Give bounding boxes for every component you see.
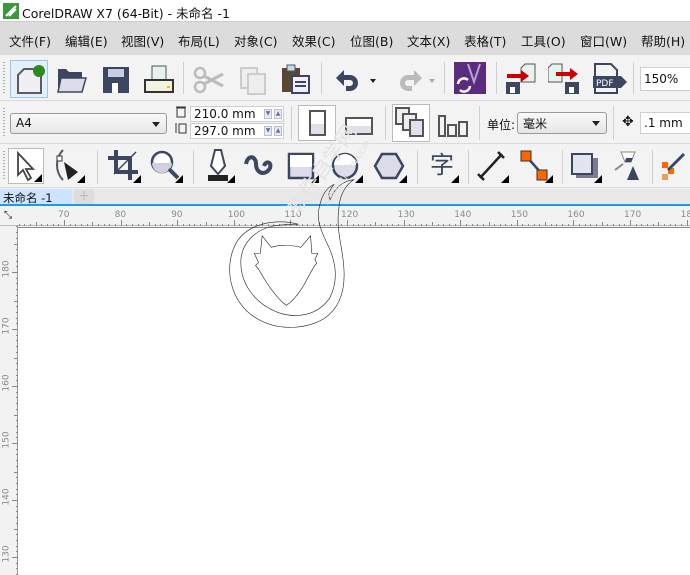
fox-logo-drawing[interactable]: 软件自学网 WWW.RJZXW.COM <box>0 1 672 349</box>
ruler-label: 180 <box>680 210 690 220</box>
ruler-label: 150 <box>1 431 12 449</box>
ruler-label: 140 <box>1 488 12 506</box>
ruler-label: 130 <box>1 545 12 563</box>
ruler-tick <box>680 224 682 226</box>
watermark: 软件自学网 WWW.RJZXW.COM <box>283 120 373 218</box>
ruler-tick <box>686 220 688 226</box>
ruler-label: 160 <box>1 374 12 392</box>
drawing-canvas[interactable]: 软件自学网 WWW.RJZXW.COM <box>18 120 690 575</box>
ruler-tick <box>675 224 677 226</box>
fox-head[interactable] <box>253 235 319 306</box>
